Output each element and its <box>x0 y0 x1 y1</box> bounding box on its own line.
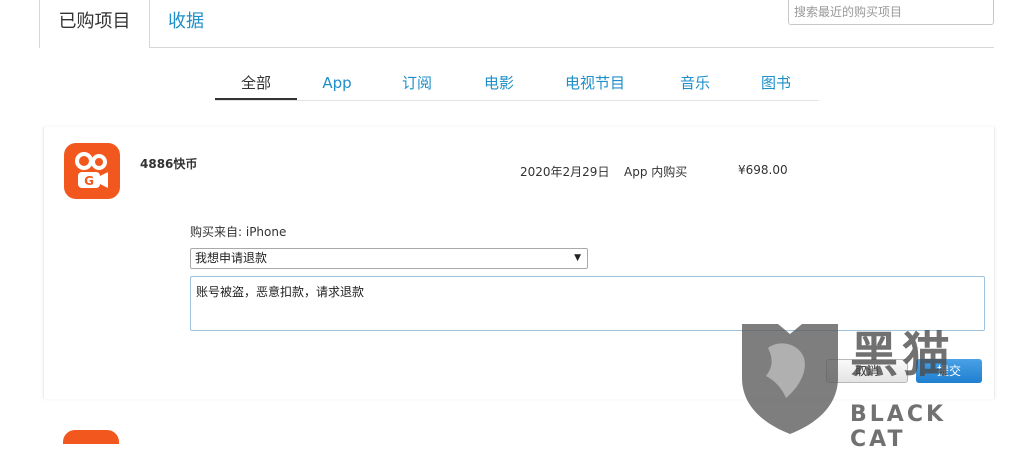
purchase-type: App 内购买 <box>624 165 688 179</box>
svg-text:G: G <box>84 174 94 188</box>
tab-divider <box>150 47 994 48</box>
category-tab-tv-shows[interactable]: 电视节目 <box>555 70 635 98</box>
search-input[interactable] <box>788 0 994 25</box>
category-tab-books[interactable]: 图书 <box>748 70 804 98</box>
category-tabs: 全部 App 订阅 电影 电视节目 音乐 图书 <box>215 70 819 101</box>
watermark-english-text: BLACK CAT <box>850 402 947 452</box>
refund-reason-select[interactable]: 我想申请退款 ▼ <box>190 248 588 269</box>
category-tabs-baseline <box>215 100 819 101</box>
category-tab-music[interactable]: 音乐 <box>667 70 723 98</box>
category-tab-app[interactable]: App <box>309 70 365 98</box>
category-tab-subscriptions[interactable]: 订阅 <box>389 70 445 98</box>
item-name: 4886快币 <box>140 157 198 171</box>
tab-purchased[interactable]: 已购项目 <box>39 0 150 48</box>
black-cat-watermark: 黑猫 BLACK CAT <box>738 318 1010 452</box>
tab-receipts[interactable]: 收据 <box>168 0 204 44</box>
category-tab-movies[interactable]: 电影 <box>471 70 527 98</box>
kuaishou-app-icon: G <box>64 143 120 199</box>
purchase-source-label: 购买来自: iPhone <box>190 225 287 239</box>
watermark-chinese-text: 黑猫 <box>850 327 955 383</box>
purchase-price: ¥698.00 <box>738 163 788 177</box>
dropdown-arrow-icon: ▼ <box>574 253 581 263</box>
refund-reason-selected: 我想申请退款 <box>195 251 268 265</box>
purchase-date: 2020年2月29日 <box>520 165 610 179</box>
next-item-app-icon <box>63 430 119 444</box>
category-tab-all[interactable]: 全部 <box>215 70 297 100</box>
top-tab-bar: 已购项目 收据 <box>0 0 1010 48</box>
black-cat-shield-logo <box>742 324 838 434</box>
